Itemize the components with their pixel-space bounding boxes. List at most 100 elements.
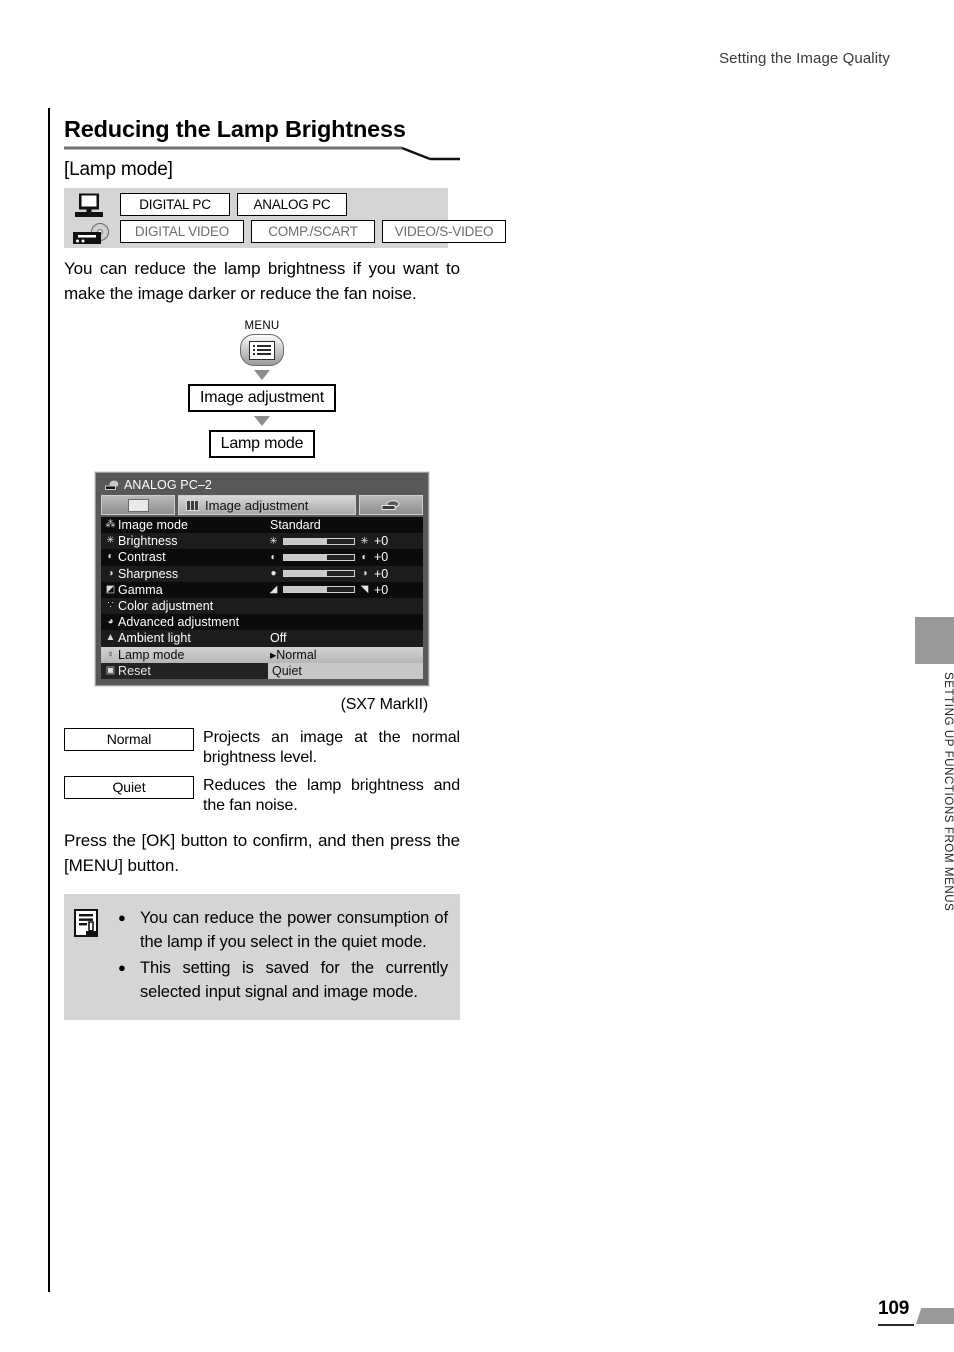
osd-row-advanced-adjustment[interactable]: ◕ Advanced adjustment: [101, 614, 423, 631]
menu-button-icon: [240, 334, 284, 366]
gamma-max-icon: ◥: [360, 584, 369, 596]
osd-row-label: Sharpness: [118, 566, 179, 581]
brightness-min-icon: ✳: [269, 535, 278, 547]
flow-step-lamp-mode: Lamp mode: [208, 430, 316, 458]
menu-list-glyph: [249, 340, 275, 360]
lamp-mode-icon: ♀: [106, 648, 115, 660]
osd-row-contrast[interactable]: ◐ Contrast ◐ ◐ +0: [101, 549, 423, 566]
osd-tab-display-settings[interactable]: [101, 495, 175, 515]
osd-row-label: Reset: [118, 663, 151, 678]
osd-row-value: ◐ ◐ +0: [268, 550, 423, 564]
ambient-light-icon: ▲: [105, 632, 116, 644]
menu-button-label: MENU: [244, 320, 280, 332]
video-deck-icon: [73, 223, 109, 244]
projector-icon: [381, 499, 400, 510]
footer-thumb-tab: [916, 1308, 954, 1324]
footer-rule: [878, 1324, 914, 1326]
lamp-mode-option-quiet[interactable]: Quiet: [268, 662, 423, 679]
flow-arrow-2: [254, 416, 270, 426]
lamp-mode-selected-value: ▸Normal: [270, 648, 317, 663]
osd-tab-install-settings[interactable]: [359, 495, 423, 515]
option-desc-normal: Projects an image at the normal brightne…: [203, 728, 460, 766]
bullet-icon: ●: [118, 959, 126, 975]
image-adjustment-icon: [186, 499, 199, 511]
signal-chip-rows: DIGITAL PC ANALOG PC DIGITAL VIDEO COMP.…: [120, 193, 506, 247]
osd-row-label: Image mode: [118, 518, 188, 533]
note-text: This setting is saved for the currently …: [140, 958, 448, 1001]
brightness-max-icon: ✳: [360, 535, 369, 547]
osd-row-label: Ambient light: [118, 631, 191, 646]
signal-row-video: DIGITAL VIDEO COMP./SCART VIDEO/S-VIDEO: [120, 220, 506, 243]
sharpness-value: +0: [374, 566, 389, 581]
signal-chip-analog-pc: ANALOG PC: [237, 193, 347, 216]
gamma-slider[interactable]: [283, 586, 355, 594]
osd-row-label: Lamp mode: [118, 647, 185, 662]
option-row-normal: Normal Projects an image at the normal b…: [64, 727, 460, 768]
confirm-instruction: Press the [OK] button to confirm, and th…: [64, 830, 460, 875]
sharpness-max-icon: ◑: [361, 568, 368, 580]
osd-tab-bar: Image adjustment: [101, 495, 423, 515]
option-description-table: Normal Projects an image at the normal b…: [64, 727, 460, 816]
note-icon-column: [74, 906, 112, 1006]
memo-pencil-icon: [74, 908, 98, 937]
brightness-slider[interactable]: [283, 537, 355, 545]
osd-row-gamma[interactable]: ◩ Gamma ◢ ◥ +0: [101, 581, 423, 598]
osd-row-value: Off: [270, 631, 287, 646]
contrast-value: +0: [374, 550, 389, 565]
option-chip-normal: Normal: [64, 727, 194, 751]
osd-row-sharpness[interactable]: ◑ Sharpness ● ◑ +0: [101, 565, 423, 582]
osd-row-value: Standard: [270, 518, 321, 533]
osd-tab-image-adjustment[interactable]: Image adjustment: [178, 495, 356, 515]
content-column: Reducing the Lamp Brightness [Lamp mode]: [64, 114, 506, 1020]
image-mode-icon: ⁂: [105, 519, 116, 531]
osd-row-ambient-light[interactable]: ▲ Ambient light Off: [101, 630, 423, 647]
computer-monitor-icon: [75, 193, 103, 217]
side-tab-label: SETTING UP FUNCTIONS FROM MENUS: [942, 672, 954, 912]
osd-row-lamp-mode[interactable]: ♀ Lamp mode ▸Normal: [101, 646, 423, 663]
page-number: 109: [878, 1298, 910, 1319]
option-chip-quiet: Quiet: [64, 775, 194, 799]
sharpness-icon: ◑: [107, 567, 114, 579]
osd-caption: (SX7 MarkII): [340, 695, 429, 713]
bullet-icon: ●: [118, 909, 126, 925]
screen-square-icon: [127, 498, 149, 512]
osd-row-color-adjustment[interactable]: ∵ Color adjustment: [101, 597, 423, 615]
note-text: You can reduce the power consumption of …: [140, 908, 448, 951]
osd-row-image-mode[interactable]: ⁂ Image mode Standard: [101, 517, 423, 534]
signal-chip-video-s-video: VIDEO/S-VIDEO: [382, 220, 506, 243]
osd-row-label: Brightness: [118, 534, 178, 549]
contrast-max-icon: ◐: [361, 551, 368, 563]
osd-row-reset[interactable]: ▣ Reset Quiet: [101, 662, 423, 679]
note-item-list: ● You can reduce the power consumption o…: [118, 906, 448, 1006]
side-thumb-tab: [915, 617, 954, 664]
note-item: ● This setting is saved for the currentl…: [118, 956, 448, 1004]
osd-row-value: ◢ ◥ +0: [268, 583, 423, 597]
option-row-quiet: Quiet Reduces the lamp brightness and th…: [64, 775, 460, 816]
osd-row-label: Gamma: [118, 582, 163, 597]
osd-title-bar: ANALOG PC–2: [101, 477, 423, 495]
signal-chip-comp-scart: COMP./SCART: [251, 220, 375, 243]
gamma-icon: ◩: [105, 583, 116, 595]
reset-icon: ▣: [105, 664, 116, 676]
signal-compatibility-table: DIGITAL PC ANALOG PC DIGITAL VIDEO COMP.…: [64, 188, 506, 248]
brightness-icon: ✳: [106, 535, 115, 547]
osd-row-brightness[interactable]: ✳ Brightness ✳ ✳ +0: [101, 533, 423, 550]
note-item: ● You can reduce the power consumption o…: [118, 906, 448, 954]
gamma-min-icon: ◢: [269, 584, 278, 596]
signal-chip-digital-video: DIGITAL VIDEO: [120, 220, 244, 243]
contrast-icon: ◐: [107, 551, 114, 563]
osd-signal-icon: [105, 480, 119, 490]
osd-row-label: Contrast: [118, 550, 166, 565]
menu-navigation-flow: MENU Image adjustment Lamp mode: [64, 320, 460, 458]
gamma-value: +0: [374, 582, 389, 597]
brightness-value: +0: [374, 534, 389, 549]
flow-step-image-adjustment: Image adjustment: [188, 384, 336, 412]
osd-row-value: ✳ ✳ +0: [268, 534, 423, 548]
contrast-slider[interactable]: [283, 553, 355, 561]
osd-row-label: Color adjustment: [118, 599, 214, 614]
section-title-block: Reducing the Lamp Brightness: [64, 114, 460, 161]
osd-row-label: Advanced adjustment: [118, 615, 240, 630]
intro-paragraph: You can reduce the lamp brightness if yo…: [64, 259, 460, 303]
sharpness-slider[interactable]: [283, 570, 355, 578]
osd-menu-list: ⁂ Image mode Standard ✳ Brightness ✳ ✳ +…: [101, 517, 423, 679]
